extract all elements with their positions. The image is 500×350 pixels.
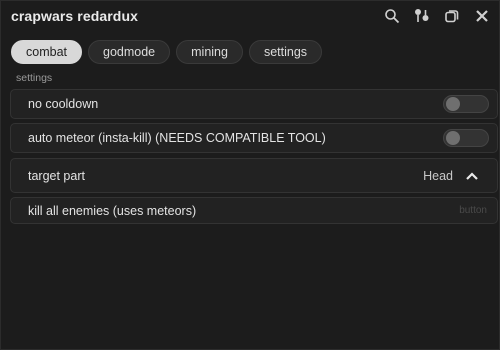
tab-godmode[interactable]: godmode <box>88 40 171 64</box>
window-title: crapwars redardux <box>11 8 138 24</box>
tab-combat[interactable]: combat <box>11 40 82 64</box>
close-icon[interactable] <box>471 5 493 27</box>
tab-settings[interactable]: settings <box>248 40 323 64</box>
target-part-label: target part <box>28 169 85 183</box>
no-cooldown-row[interactable]: no cooldown <box>10 89 498 119</box>
kill-all-enemies-label: kill all enemies (uses meteors) <box>28 204 197 218</box>
toggle-knob <box>446 97 460 111</box>
target-part-dropdown[interactable]: target part Head <box>10 158 498 193</box>
no-cooldown-label: no cooldown <box>28 97 99 111</box>
restore-icon[interactable] <box>441 5 463 27</box>
title-bar: crapwars redardux <box>1 1 500 33</box>
no-cooldown-toggle[interactable] <box>443 95 489 113</box>
title-bar-controls <box>381 5 493 27</box>
app-window: crapwars redardux combat godmode mining … <box>0 0 500 350</box>
button-hint: button <box>459 205 487 216</box>
auto-meteor-toggle[interactable] <box>443 129 489 147</box>
section-heading: settings <box>16 72 53 84</box>
search-icon[interactable] <box>381 5 403 27</box>
chevron-up-icon <box>466 172 478 180</box>
tab-bar: combat godmode mining settings <box>11 40 323 64</box>
auto-meteor-row[interactable]: auto meteor (insta-kill) (NEEDS COMPATIB… <box>10 123 498 153</box>
tab-mining[interactable]: mining <box>176 40 243 64</box>
pin-icon[interactable] <box>411 5 433 27</box>
auto-meteor-label: auto meteor (insta-kill) (NEEDS COMPATIB… <box>28 131 326 145</box>
kill-all-enemies-button[interactable]: kill all enemies (uses meteors) button <box>10 197 498 224</box>
target-part-value: Head <box>423 169 453 183</box>
toggle-knob <box>446 131 460 145</box>
